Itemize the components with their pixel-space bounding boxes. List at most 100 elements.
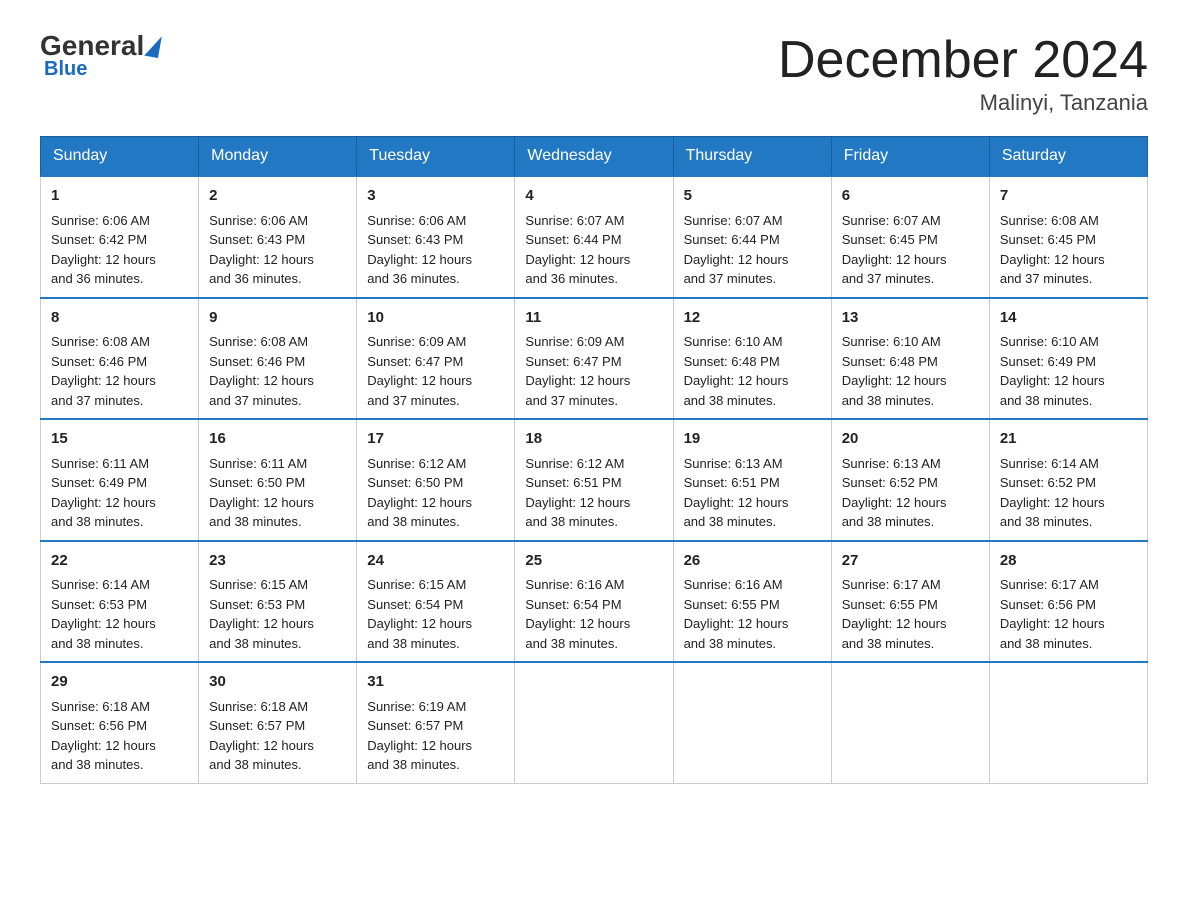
- sunset-text: Sunset: 6:54 PM: [525, 597, 621, 612]
- calendar-cell: 22Sunrise: 6:14 AMSunset: 6:53 PMDayligh…: [41, 541, 199, 663]
- sunrise-text: Sunrise: 6:16 AM: [525, 577, 624, 592]
- daylight-minutes-text: and 38 minutes.: [1000, 636, 1093, 651]
- calendar-cell: 14Sunrise: 6:10 AMSunset: 6:49 PMDayligh…: [989, 298, 1147, 420]
- day-header-wednesday: Wednesday: [515, 137, 673, 177]
- daylight-text: Daylight: 12 hours: [51, 616, 156, 631]
- daylight-minutes-text: and 38 minutes.: [209, 514, 302, 529]
- calendar-cell: [831, 662, 989, 783]
- sunset-text: Sunset: 6:47 PM: [525, 354, 621, 369]
- day-number: 12: [684, 307, 821, 330]
- daylight-minutes-text: and 37 minutes.: [684, 271, 777, 286]
- calendar-title: December 2024: [778, 30, 1148, 90]
- day-number: 15: [51, 428, 188, 451]
- sunset-text: Sunset: 6:53 PM: [51, 597, 147, 612]
- day-number: 20: [842, 428, 979, 451]
- sunrise-text: Sunrise: 6:18 AM: [51, 699, 150, 714]
- sunrise-text: Sunrise: 6:07 AM: [525, 213, 624, 228]
- calendar-cell: 18Sunrise: 6:12 AMSunset: 6:51 PMDayligh…: [515, 419, 673, 541]
- day-number: 29: [51, 671, 188, 694]
- calendar-cell: 11Sunrise: 6:09 AMSunset: 6:47 PMDayligh…: [515, 298, 673, 420]
- daylight-minutes-text: and 38 minutes.: [209, 757, 302, 772]
- sunrise-text: Sunrise: 6:14 AM: [1000, 456, 1099, 471]
- day-number: 5: [684, 185, 821, 208]
- day-number: 16: [209, 428, 346, 451]
- calendar-cell: 3 Sunrise: 6:06 AM Sunset: 6:43 PM Daylight…: [357, 176, 515, 298]
- sunrise-text: Sunrise: 6:12 AM: [525, 456, 624, 471]
- daylight-text: Daylight: 12 hours: [367, 373, 472, 388]
- daylight-minutes-text: and 37 minutes.: [842, 271, 935, 286]
- daylight-text: Daylight: 12 hours: [525, 616, 630, 631]
- daylight-minutes-text: and 38 minutes.: [525, 514, 618, 529]
- day-number: 19: [684, 428, 821, 451]
- day-number: 4: [525, 185, 662, 208]
- calendar-cell: 9Sunrise: 6:08 AMSunset: 6:46 PMDaylight…: [199, 298, 357, 420]
- daylight-text: Daylight: 12 hours: [1000, 495, 1105, 510]
- daylight-minutes-text: and 38 minutes.: [367, 636, 460, 651]
- calendar-table: SundayMondayTuesdayWednesdayThursdayFrid…: [40, 136, 1148, 784]
- sunset-text: Sunset: 6:43 PM: [367, 232, 463, 247]
- daylight-minutes-text: and 38 minutes.: [1000, 514, 1093, 529]
- daylight-minutes-text: and 37 minutes.: [209, 393, 302, 408]
- calendar-cell: 2Sunrise: 6:06 AMSunset: 6:43 PMDaylight…: [199, 176, 357, 298]
- day-header-sunday: Sunday: [41, 137, 199, 177]
- sunrise-text: Sunrise: 6:07 AM: [842, 213, 941, 228]
- week-row-4: 22Sunrise: 6:14 AMSunset: 6:53 PMDayligh…: [41, 541, 1148, 663]
- calendar-cell: 30 Sunrise: 6:18 AM Sunset: 6:57 PM Dayligh…: [199, 662, 357, 783]
- daylight-text: Daylight: 12 hours: [51, 252, 156, 267]
- daylight-text: Daylight: 12 hours: [51, 373, 156, 388]
- day-number: 21: [1000, 428, 1137, 451]
- sunrise-text: Sunrise: 6:08 AM: [1000, 213, 1099, 228]
- daylight-minutes-text: and 36 minutes.: [209, 271, 302, 286]
- daylight-minutes-text: and 38 minutes.: [51, 636, 144, 651]
- day-number: 7: [1000, 185, 1137, 208]
- day-number: 3: [367, 185, 504, 208]
- day-number: 25: [525, 550, 662, 573]
- sunrise-text: Sunrise: 6:17 AM: [842, 577, 941, 592]
- sunset-text: Sunset: 6:49 PM: [51, 475, 147, 490]
- sunrise-text: Sunrise: 6:18 AM: [209, 699, 308, 714]
- daylight-text: Daylight: 12 hours: [209, 738, 314, 753]
- calendar-cell: 29Sunrise: 6:18 AMSunset: 6:56 PMDayligh…: [41, 662, 199, 783]
- sunset-text: Sunset: 6:46 PM: [209, 354, 305, 369]
- sunset-text: Sunset: 6:44 PM: [525, 232, 621, 247]
- daylight-minutes-text: and 38 minutes.: [525, 636, 618, 651]
- daylight-minutes-text: and 38 minutes.: [842, 636, 935, 651]
- daylight-minutes-text: and 38 minutes.: [209, 636, 302, 651]
- calendar-cell: 20Sunrise: 6:13 AMSunset: 6:52 PMDayligh…: [831, 419, 989, 541]
- daylight-text: Daylight: 12 hours: [367, 616, 472, 631]
- sunrise-text: Sunrise: 6:06 AM: [367, 213, 466, 228]
- sunset-text: Sunset: 6:54 PM: [367, 597, 463, 612]
- page-header: General Blue December 2024 Malinyi, Tanz…: [40, 30, 1148, 116]
- daylight-text: Daylight: 12 hours: [842, 495, 947, 510]
- daylight-text: Daylight: 12 hours: [367, 252, 472, 267]
- sunset-text: Sunset: 6:57 PM: [209, 718, 305, 733]
- daylight-text: Daylight: 12 hours: [367, 495, 472, 510]
- daylight-text: Daylight: 12 hours: [209, 373, 314, 388]
- sunset-text: Sunset: 6:45 PM: [1000, 232, 1096, 247]
- calendar-cell: 5Sunrise: 6:07 AMSunset: 6:44 PMDaylight…: [673, 176, 831, 298]
- sunset-text: Sunset: 6:45 PM: [842, 232, 938, 247]
- daylight-minutes-text: and 36 minutes.: [367, 271, 460, 286]
- calendar-cell: [515, 662, 673, 783]
- calendar-cell: 12Sunrise: 6:10 AMSunset: 6:48 PMDayligh…: [673, 298, 831, 420]
- day-number: 30: [209, 671, 346, 694]
- calendar-cell: 16Sunrise: 6:11 AMSunset: 6:50 PMDayligh…: [199, 419, 357, 541]
- day-header-thursday: Thursday: [673, 137, 831, 177]
- sunrise-text: Sunrise: 6:10 AM: [842, 334, 941, 349]
- calendar-cell: 27Sunrise: 6:17 AMSunset: 6:55 PMDayligh…: [831, 541, 989, 663]
- sunrise-text: Sunrise: 6:16 AM: [684, 577, 783, 592]
- sunrise-text: Sunrise: 6:06 AM: [209, 213, 308, 228]
- daylight-text: Daylight: 12 hours: [842, 616, 947, 631]
- day-number: 28: [1000, 550, 1137, 573]
- daylight-text: Daylight: 12 hours: [525, 252, 630, 267]
- sunset-text: Sunset: 6:56 PM: [51, 718, 147, 733]
- daylight-text: Daylight: 12 hours: [842, 373, 947, 388]
- day-number: 17: [367, 428, 504, 451]
- daylight-minutes-text: and 38 minutes.: [51, 757, 144, 772]
- daylight-text: Daylight: 12 hours: [367, 738, 472, 753]
- calendar-cell: 6Sunrise: 6:07 AMSunset: 6:45 PMDaylight…: [831, 176, 989, 298]
- daylight-text: Daylight: 12 hours: [684, 495, 789, 510]
- week-row-5: 29 Sunrise: 6:18 AM Sunset: 6:56 PM Dayligh…: [41, 662, 1148, 783]
- calendar-cell: 19Sunrise: 6:13 AMSunset: 6:51 PMDayligh…: [673, 419, 831, 541]
- sunrise-text: Sunrise: 6:10 AM: [684, 334, 783, 349]
